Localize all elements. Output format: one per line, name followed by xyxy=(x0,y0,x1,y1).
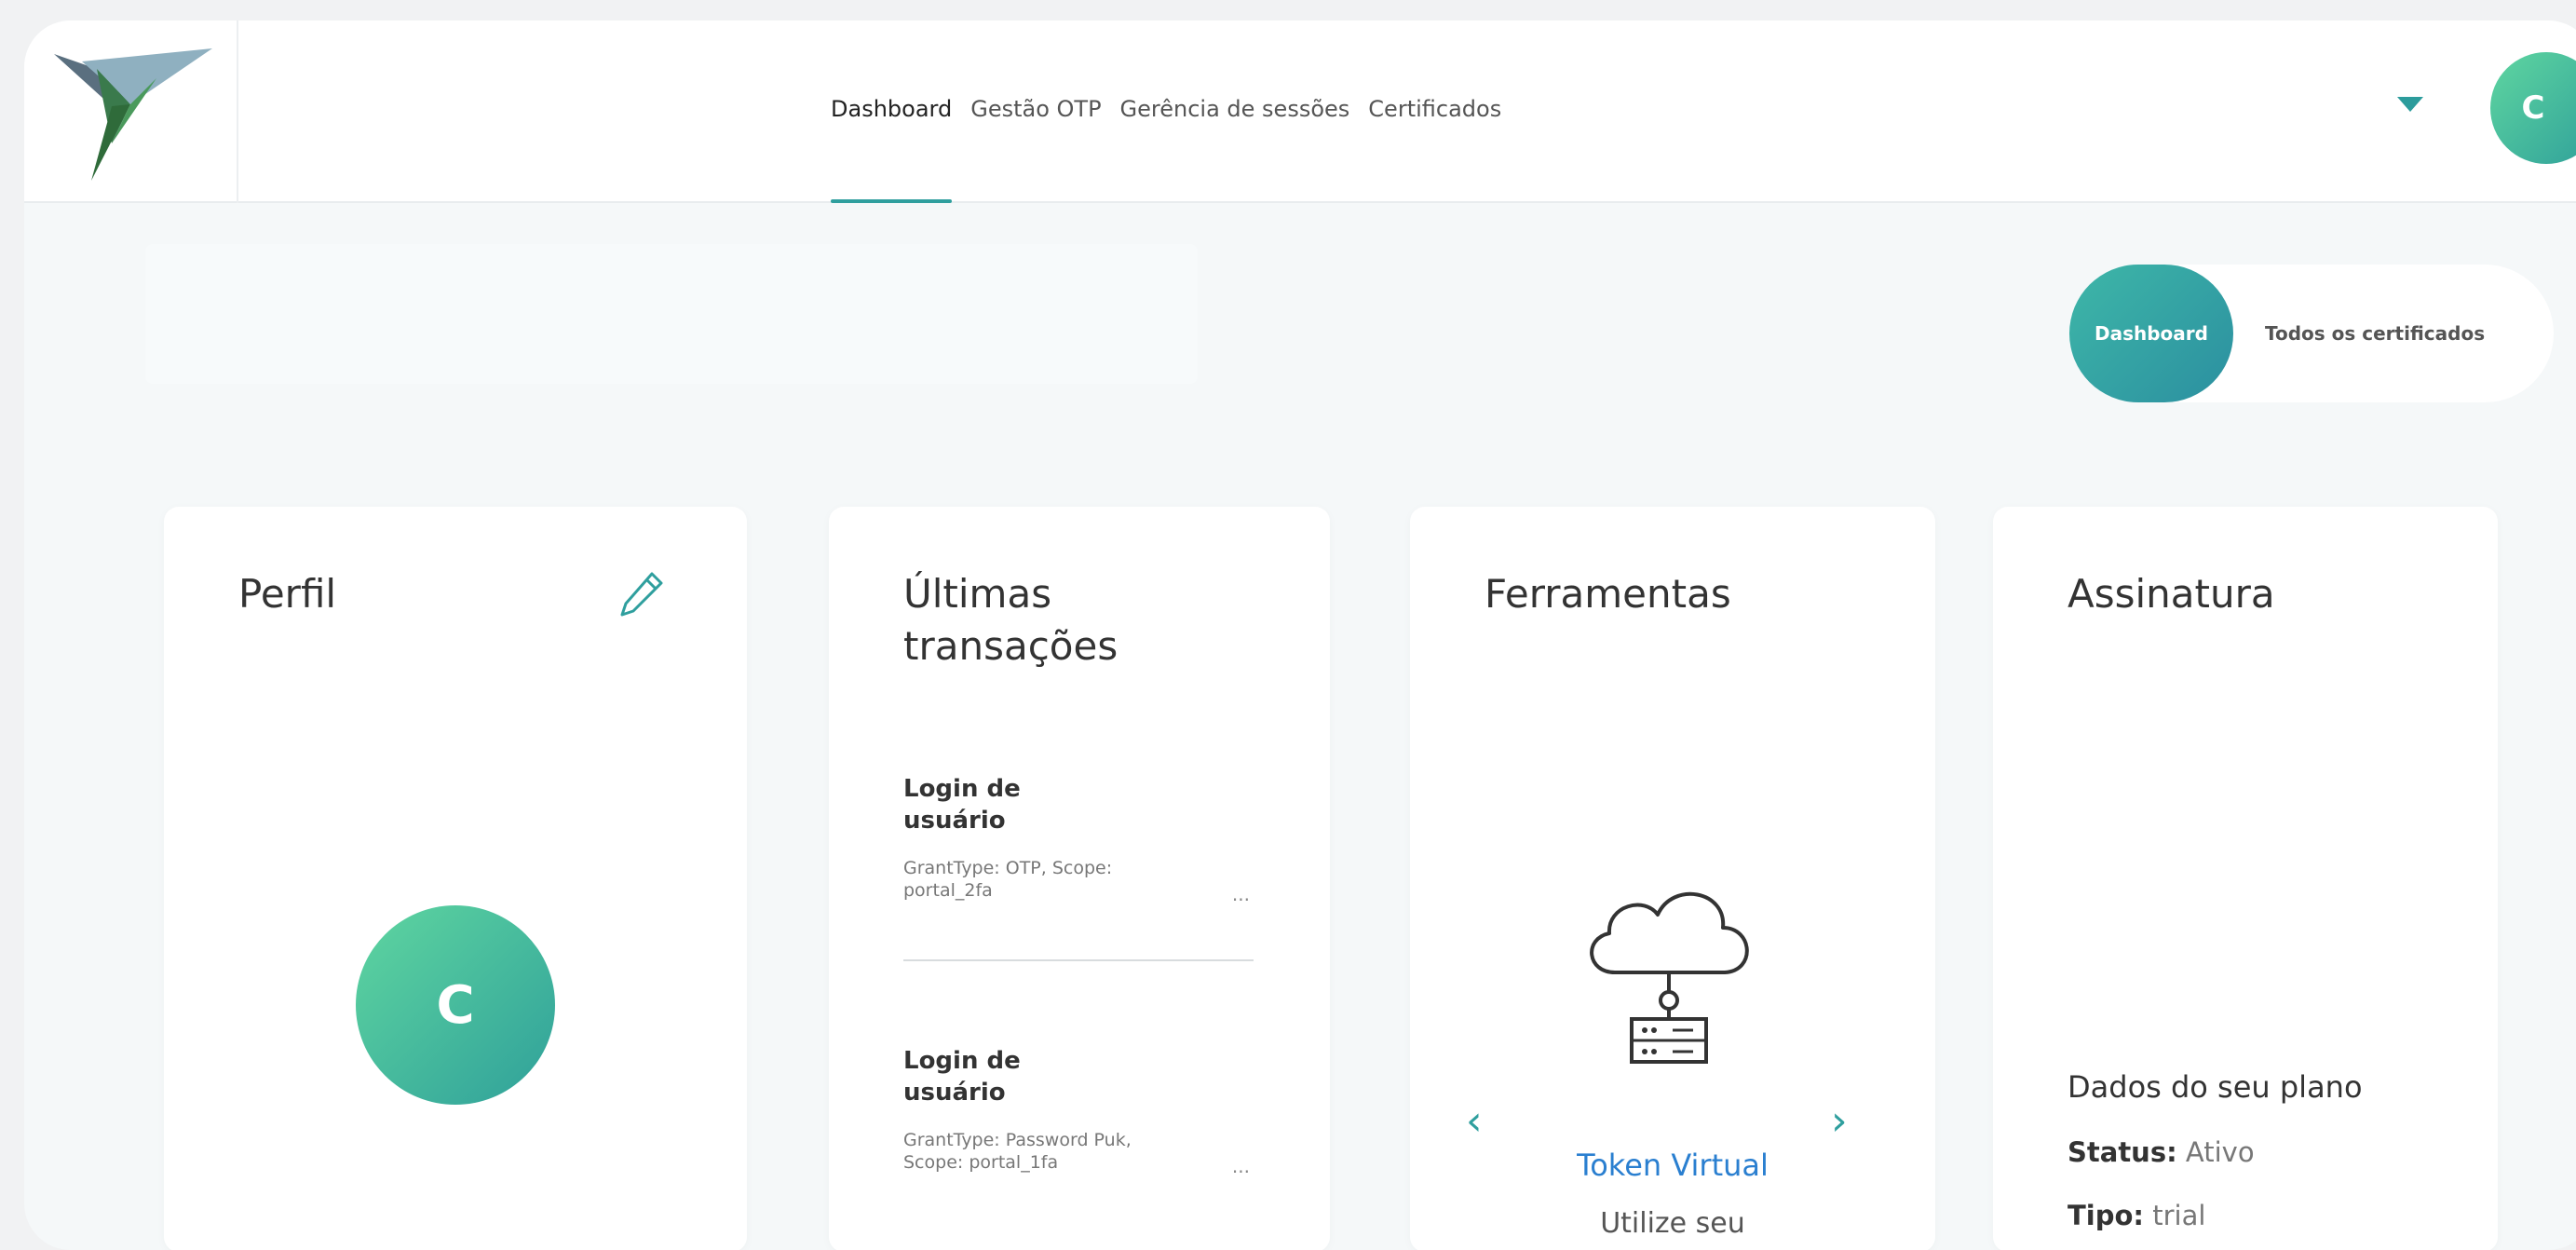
user-avatar-initial: C xyxy=(2521,89,2545,127)
subscription-card-title: Assinatura xyxy=(2068,571,2275,617)
toggle-dashboard[interactable]: Dashboard xyxy=(2069,265,2233,402)
transaction-title: Login de usuário xyxy=(903,773,1090,836)
nav-dashboard[interactable]: Dashboard xyxy=(831,20,953,203)
transaction-item[interactable]: Login de usuário GrantType: Password Puk… xyxy=(903,1045,1276,1177)
transaction-title-line2: usuário xyxy=(903,1079,1006,1107)
plan-status-label: Status: xyxy=(2068,1136,2177,1168)
chevron-right-icon[interactable]: › xyxy=(1831,1101,1848,1142)
divider xyxy=(903,959,1254,961)
caret-down-icon[interactable] xyxy=(2397,97,2423,112)
tool-description: Utilize seu xyxy=(1600,1207,1745,1240)
transaction-desc-line2: portal_2fa xyxy=(903,880,993,901)
main-nav: Dashboard Gestão OTP Gerência de sessões… xyxy=(831,20,1520,203)
transaction-title-line1: Login de xyxy=(903,1047,1021,1075)
profile-avatar: C xyxy=(356,905,555,1105)
profile-card-title: Perfil xyxy=(238,571,337,617)
transactions-card-title: Últimas transações xyxy=(903,568,1118,673)
nav-gestao-otp[interactable]: Gestão OTP xyxy=(970,20,1101,203)
plan-type: Tipo: trial xyxy=(2068,1200,2205,1231)
transaction-title-line2: usuário xyxy=(903,807,1006,835)
transaction-desc-line2: Scope: portal_1fa xyxy=(903,1152,1059,1173)
chevron-left-icon[interactable]: ‹ xyxy=(1466,1101,1483,1142)
more-options-button[interactable]: ... xyxy=(1232,883,1250,905)
nav-gerencia-sessoes[interactable]: Gerência de sessões xyxy=(1120,20,1350,203)
page-banner xyxy=(145,244,1198,384)
subscription-card: Assinatura Dados do seu plano Status: At… xyxy=(1993,507,2498,1250)
tools-card: Ferramentas ‹ › Token Virtual Utilize se… xyxy=(1410,507,1935,1250)
transaction-description: GrantType: Password Puk, Scope: portal_1… xyxy=(903,1129,1211,1174)
plan-status: Status: Ativo xyxy=(2068,1136,2255,1168)
transaction-item[interactable]: Login de usuário GrantType: OTP, Scope: … xyxy=(903,773,1276,905)
view-toggle: Dashboard Todos os certificados xyxy=(2069,265,2554,402)
profile-avatar-initial: C xyxy=(436,974,475,1036)
profile-card: Perfil C xyxy=(164,507,747,1250)
transactions-title-line2: transações xyxy=(903,623,1119,669)
plan-type-value: trial xyxy=(2152,1200,2206,1231)
plan-heading: Dados do seu plano xyxy=(2068,1069,2363,1105)
app-window: Dashboard Gestão OTP Gerência de sessões… xyxy=(24,20,2576,1250)
toggle-all-certificates[interactable]: Todos os certificados xyxy=(2265,265,2485,402)
transaction-title-line1: Login de xyxy=(903,775,1021,803)
user-avatar[interactable]: C xyxy=(2490,52,2576,164)
transaction-desc-line1: GrantType: OTP, Scope: xyxy=(903,858,1113,878)
hummingbird-logo-icon xyxy=(54,48,212,181)
tools-card-title: Ferramentas xyxy=(1485,571,1731,617)
top-header: Dashboard Gestão OTP Gerência de sessões… xyxy=(24,20,2576,203)
transaction-description: GrantType: OTP, Scope: portal_2fa xyxy=(903,857,1211,902)
transaction-title: Login de usuário xyxy=(903,1045,1090,1108)
pencil-icon[interactable] xyxy=(615,568,667,620)
logo[interactable] xyxy=(24,20,238,203)
more-options-button[interactable]: ... xyxy=(1232,1155,1250,1177)
tool-name-link[interactable]: Token Virtual xyxy=(1410,1148,1935,1183)
cloud-server-icon xyxy=(1590,891,1749,1064)
plan-status-value: Ativo xyxy=(2185,1136,2255,1168)
transactions-card: Últimas transações Login de usuário Gran… xyxy=(829,507,1330,1250)
transactions-title-line1: Últimas xyxy=(903,571,1052,617)
transaction-desc-line1: GrantType: Password Puk, xyxy=(903,1130,1132,1150)
plan-type-label: Tipo: xyxy=(2068,1200,2145,1231)
nav-certificados[interactable]: Certificados xyxy=(1368,20,1501,203)
